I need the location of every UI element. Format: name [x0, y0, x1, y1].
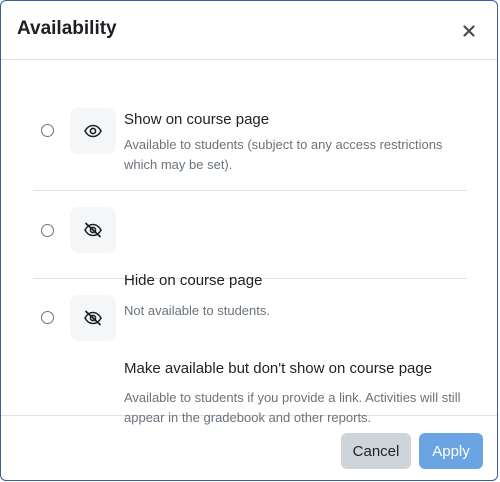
option-title: Make available but don't show on course … [124, 360, 433, 377]
availability-dialog: Availability Show on course page Availab… [0, 0, 498, 481]
apply-button[interactable]: Apply [419, 433, 483, 469]
close-icon [463, 25, 475, 37]
dialog-header: Availability [1, 1, 497, 60]
dialog-title: Availability [17, 18, 117, 39]
radio-available-not-shown[interactable] [41, 311, 54, 324]
radio-hide-on-course-page[interactable] [41, 224, 54, 237]
option-icon-box [70, 207, 116, 253]
option-description: Available to students (subject to any ac… [124, 137, 443, 172]
eye-icon [84, 124, 102, 138]
option-icon-box [70, 295, 116, 341]
radio-show-on-course-page[interactable] [41, 124, 54, 137]
cancel-button[interactable]: Cancel [341, 433, 411, 469]
option-available-not-shown[interactable]: Make available but don't show on course … [33, 279, 467, 425]
option-show-on-course-page[interactable]: Show on course page Available to student… [33, 106, 467, 191]
eye-slash-icon [84, 310, 102, 326]
eye-slash-icon [84, 222, 102, 238]
close-button[interactable] [457, 19, 481, 43]
option-icon-box [70, 108, 116, 154]
dialog-footer: Cancel Apply [1, 416, 497, 480]
dialog-body: Show on course page Available to student… [1, 60, 497, 425]
option-title: Show on course page [124, 111, 270, 128]
option-hide-on-course-page[interactable]: Hide on course page Not available to stu… [33, 191, 467, 318]
